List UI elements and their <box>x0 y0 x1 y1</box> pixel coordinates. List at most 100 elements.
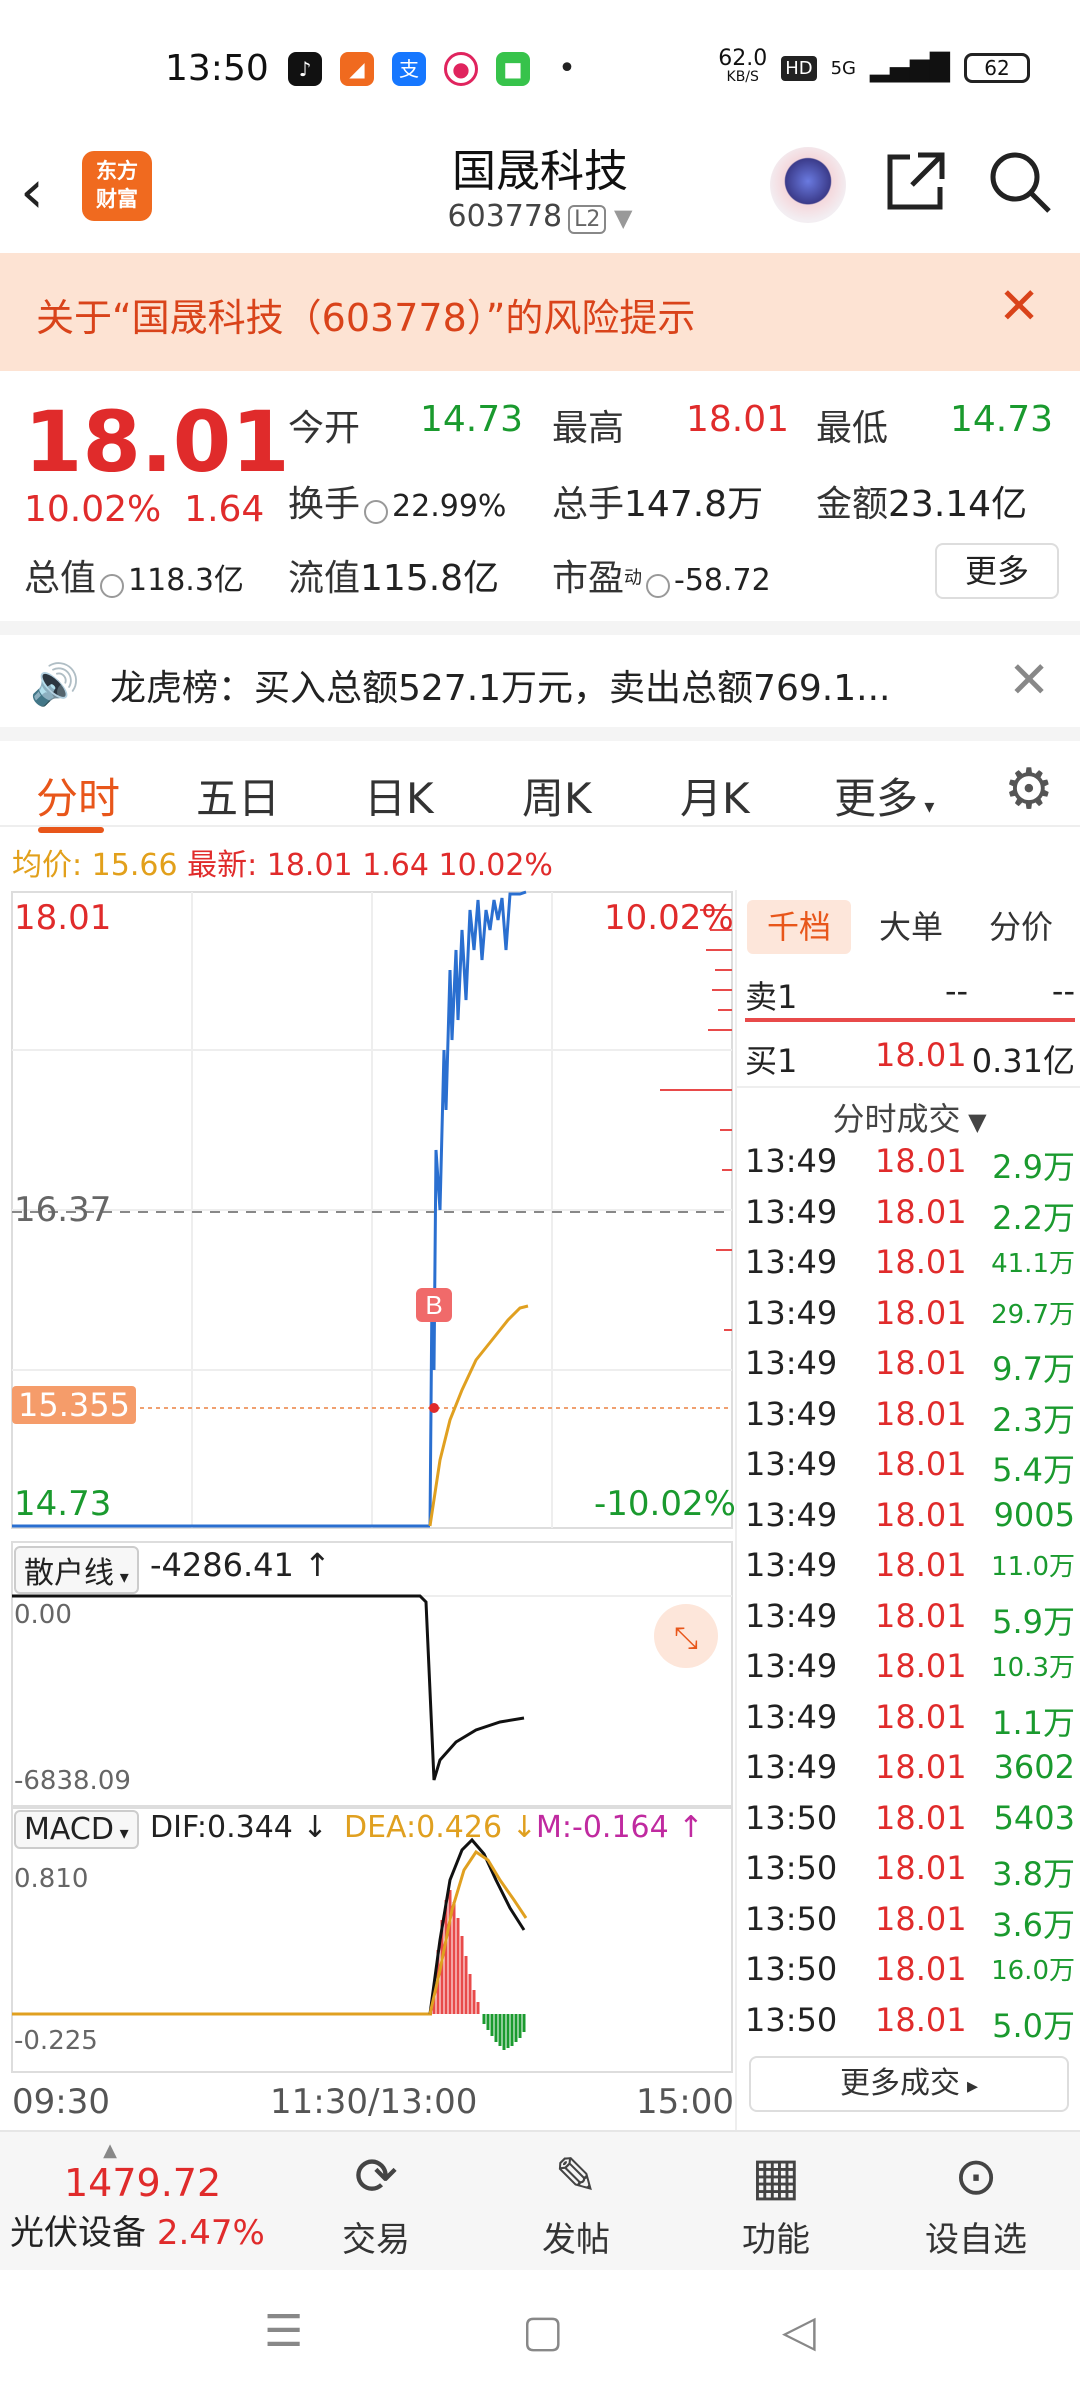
time-axis-start: 09:30 <box>12 2082 110 2122</box>
trade-volume: 29.7万 <box>991 1299 1075 1330</box>
trade-volume: 2.9万 <box>992 1148 1075 1186</box>
tab-intraday[interactable]: 分时 <box>36 765 120 826</box>
trade-volume: 2.2万 <box>992 1198 1075 1237</box>
trade-price: 18.01 <box>875 1849 967 1887</box>
trade-time: 13:49 <box>745 1293 838 1332</box>
info-icon[interactable] <box>364 499 389 524</box>
trade-price: 18.01 <box>875 1243 967 1281</box>
trade-row: 13:49 18.01 5.9万 <box>745 1597 1075 1647</box>
trade-label: 交易 <box>342 2220 410 2260</box>
float-label: 流值 <box>288 558 361 599</box>
open-label: 今开 <box>288 408 361 449</box>
battery-icon: 62 <box>964 53 1030 83</box>
trade-price: 18.01 <box>875 1445 967 1483</box>
sector-index[interactable]: ▲ 1479.72 光伏设备 2.47% <box>10 2140 270 2254</box>
back-nav-icon[interactable]: ◁ <box>782 2306 816 2357</box>
trade-row: 13:49 18.01 9005 <box>745 1496 1075 1546</box>
menu-icon[interactable]: ☰ <box>264 2306 303 2357</box>
trade-price: 18.01 <box>875 1293 967 1332</box>
tab-more[interactable]: 更多 ▾ <box>834 765 934 826</box>
latest-label: 最新: <box>187 848 258 883</box>
level-badge: L2 <box>568 205 607 234</box>
trade-volume: 9.7万 <box>992 1350 1075 1388</box>
high-label: 最高 <box>552 408 625 449</box>
message-icon: ■ <box>496 52 530 86</box>
gear-icon[interactable]: ⚙ <box>1004 757 1054 822</box>
tab-daily-k[interactable]: 日K <box>364 765 434 826</box>
macd-label: MACD <box>24 1812 114 1847</box>
status-time: 13:50 <box>165 48 269 89</box>
retail-top-label: 0.00 <box>14 1600 72 1630</box>
trade-row: 13:50 18.01 5403 <box>745 1799 1075 1849</box>
robot-avatar[interactable] <box>770 147 846 223</box>
sector-index-value: 1479.72 <box>64 2161 222 2205</box>
tab-big-orders[interactable]: 大单 <box>859 900 963 954</box>
macd-top-label: 0.810 <box>14 1864 89 1894</box>
info-icon[interactable] <box>646 573 671 598</box>
app-header: ‹ 东方 财富 国晟科技 603778 L2 ▼ <box>0 135 1080 253</box>
more-button[interactable]: 更多 <box>935 543 1059 599</box>
close-icon[interactable]: ✕ <box>1008 651 1050 709</box>
avg-marker-label: 15.355 <box>12 1386 136 1424</box>
trades-header[interactable]: 分时成交 ▼ <box>737 1094 1080 1140</box>
close-icon[interactable]: ✕ <box>998 277 1040 335</box>
indicator-select-retail[interactable]: 散户线 ▾ <box>14 1546 139 1594</box>
trade-time: 13:50 <box>745 1899 838 1938</box>
intraday-chart[interactable]: B ⤡ 18.01 10.02% 16.37 15.355 14.73 -10.… <box>0 890 736 2130</box>
search-icon[interactable] <box>985 147 1055 221</box>
buy1-row: 买1 18.01 0.31亿 <box>745 1036 1075 1086</box>
trade-price: 18.01 <box>875 1546 967 1584</box>
risk-banner[interactable]: 关于“国晟科技（603778）”的风险提示 ✕ <box>0 253 1080 371</box>
tab-five-day[interactable]: 五日 <box>196 765 280 826</box>
mktcap-value: 118.3亿 <box>128 563 244 598</box>
tab-order-book[interactable]: 千档 <box>747 900 851 954</box>
tab-weekly-k[interactable]: 周K <box>522 765 592 826</box>
trade-row: 13:49 18.01 2.3万 <box>745 1395 1075 1445</box>
current-price: 18.01 <box>24 393 290 491</box>
amount-label: 金额 <box>816 484 889 525</box>
indicator-select-macd[interactable]: MACD ▾ <box>14 1810 139 1849</box>
post-label: 发帖 <box>542 2220 610 2260</box>
home-icon[interactable]: ▢ <box>522 2306 564 2357</box>
y-bottom-label: 14.73 <box>14 1484 112 1524</box>
stock-code: 603778 <box>447 199 563 234</box>
trade-time: 13:49 <box>745 1142 838 1180</box>
dragon-text: 龙虎榜：买入总额527.1万元，卖出总额769.1... <box>110 668 891 709</box>
trade-time: 13:49 <box>745 1596 838 1635</box>
tab-monthly-k[interactable]: 月K <box>680 765 750 826</box>
trade-price: 18.01 <box>875 1748 967 1786</box>
tab-price-dist[interactable]: 分价 <box>969 900 1073 954</box>
open-field: 今开 <box>288 399 360 451</box>
trade-price: 18.01 <box>875 1697 967 1736</box>
info-icon[interactable] <box>100 573 125 598</box>
trade-row: 13:49 18.01 41.1万 <box>745 1243 1075 1293</box>
trade-row: 13:50 18.01 5.0万 <box>745 2001 1075 2051</box>
sell1-price: -- <box>945 972 969 1010</box>
trade-volume: 3.6万 <box>992 1905 1075 1944</box>
pe-label: 市盈 <box>552 558 625 599</box>
trade-volume: 10.3万 <box>991 1653 1075 1683</box>
change-percent: 10.02% <box>24 489 162 530</box>
more-trades-button[interactable]: 更多成交 ▸ <box>749 2056 1069 2112</box>
trade-time: 13:50 <box>745 2000 838 2039</box>
bottom-toolbar: ▲ 1479.72 光伏设备 2.47% ⟳ 交易 ✎ 发帖 ▦ 功能 ⊙ 设自… <box>0 2130 1080 2270</box>
retail-value: -4286.41 ↑ <box>150 1546 331 1584</box>
function-button[interactable]: ▦ 功能 <box>706 2142 846 2261</box>
trade-button[interactable]: ⟳ 交易 <box>306 2142 446 2261</box>
chevron-down-icon: ▼ <box>960 1108 987 1136</box>
trade-row: 13:49 18.01 10.3万 <box>745 1647 1075 1697</box>
expand-button[interactable] <box>654 1604 718 1668</box>
post-button[interactable]: ✎ 发帖 <box>506 2142 646 2261</box>
dragon-tiger-banner[interactable]: 🔊 龙虎榜：买入总额527.1万元，卖出总额769.1... ✕ <box>0 621 1080 727</box>
trade-volume: 1.1万 <box>992 1703 1075 1742</box>
share-icon[interactable] <box>880 147 950 221</box>
trade-price: 18.01 <box>875 1596 967 1635</box>
more-dot-icon: • <box>558 51 576 86</box>
trade-price: 18.01 <box>875 2000 967 2039</box>
macd-dea: DEA:0.426 ↓ <box>344 1810 537 1845</box>
trade-price: 18.01 <box>875 1142 967 1180</box>
add-watchlist-button[interactable]: ⊙ 设自选 <box>906 2142 1046 2261</box>
y-bottom-pct-label: -10.02% <box>594 1484 736 1524</box>
price-info-line: 均价: 15.66 最新: 18.01 1.64 10.02% <box>12 840 553 884</box>
sell1-label: 卖1 <box>745 978 798 1016</box>
